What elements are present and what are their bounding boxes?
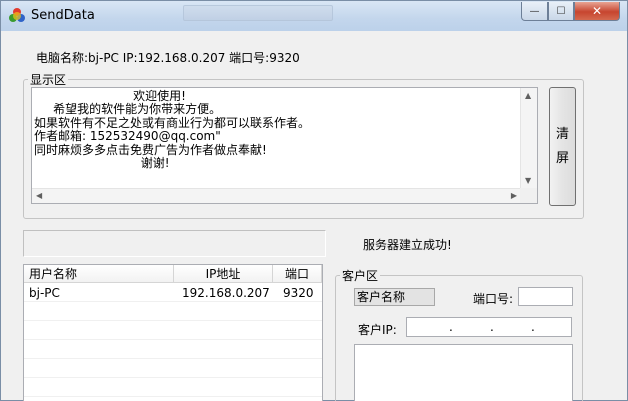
table-row-empty — [24, 322, 322, 340]
status-field — [23, 230, 326, 257]
table-row-empty — [24, 341, 322, 359]
clear-button-label-2: 屏 — [555, 150, 569, 166]
client-group-legend: 客户区 — [342, 269, 379, 283]
table-row-empty — [24, 379, 322, 397]
minimize-icon: — — [529, 5, 540, 17]
vertical-scrollbar[interactable]: ▲ ▼ — [520, 88, 537, 188]
client-message-area[interactable] — [354, 344, 573, 401]
maximize-button[interactable]: ☐ — [548, 2, 574, 21]
scroll-right-icon[interactable]: ▶ — [511, 191, 517, 201]
client-name-field: 客户名称 — [354, 288, 435, 306]
display-group-legend: 显示区 — [30, 73, 67, 87]
column-header-username[interactable]: 用户名称 — [24, 265, 174, 283]
close-button[interactable]: ✕ — [574, 2, 620, 21]
horizontal-scrollbar[interactable]: ◀ ▶ — [32, 188, 522, 203]
host-info: 电脑名称:bj-PC IP:192.168.0.207 端口号:9320 — [36, 51, 300, 65]
ip-separator: . — [449, 320, 453, 334]
table-row[interactable]: bj-PC 192.168.0.207 9320 — [24, 284, 322, 302]
row-port: 9320 — [283, 286, 314, 300]
title-bar[interactable]: SendData — ☐ ✕ — [1, 1, 627, 31]
scrollbar-corner — [520, 188, 537, 203]
ip-separator: . — [531, 320, 535, 334]
clear-screen-button[interactable]: 清 屏 — [549, 87, 576, 206]
row-username: bj-PC — [29, 286, 60, 300]
background-window-ghost — [183, 5, 333, 21]
clear-button-label-1: 清 — [555, 126, 569, 142]
close-icon: ✕ — [591, 4, 603, 18]
window-title: SendData — [31, 8, 95, 23]
user-list-header: 用户名称 IP地址 端口 — [24, 265, 322, 283]
row-ip: 192.168.0.207 — [182, 286, 270, 300]
column-header-port[interactable]: 端口 — [273, 265, 322, 283]
client-port-label: 端口号: — [473, 292, 514, 306]
app-window: SendData — ☐ ✕ 电脑名称:bj-PC IP:192.168.0.2… — [0, 0, 628, 401]
app-logo-icon — [9, 8, 25, 24]
column-header-ip[interactable]: IP地址 — [174, 265, 273, 283]
scroll-up-icon[interactable]: ▲ — [525, 91, 531, 101]
table-row-empty — [24, 360, 322, 378]
client-port-input[interactable] — [518, 287, 573, 306]
display-textarea[interactable]: 欢迎使用! 希望我的软件能为你带来方便。 如果软件有不足之处或有商业行为都可以联… — [31, 87, 538, 204]
scroll-down-icon[interactable]: ▼ — [525, 176, 531, 186]
client-ip-input[interactable]: . . . — [406, 317, 572, 337]
maximize-icon: ☐ — [556, 5, 566, 17]
user-list[interactable]: 用户名称 IP地址 端口 bj-PC 192.168.0.207 9320 — [23, 264, 323, 401]
status-message: 服务器建立成功! — [363, 238, 452, 252]
ip-separator: . — [490, 320, 494, 334]
display-text: 欢迎使用! 希望我的软件能为你带来方便。 如果软件有不足之处或有商业行为都可以联… — [34, 89, 311, 171]
table-row-empty — [24, 303, 322, 321]
client-ip-label: 客户IP: — [358, 323, 397, 337]
scroll-left-icon[interactable]: ◀ — [36, 191, 42, 201]
minimize-button[interactable]: — — [521, 2, 548, 21]
